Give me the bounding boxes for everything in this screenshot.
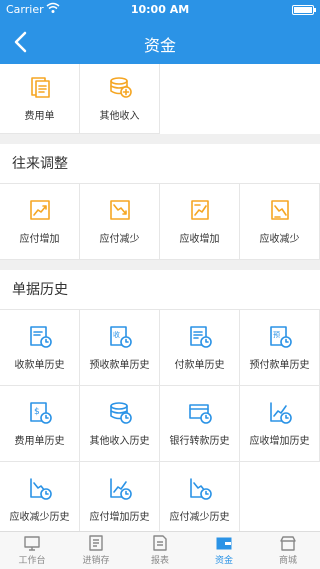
section-grid: 收款单历史收预收款单历史 付款单历史预预付款单历史 $ 费用单历史 其他收入历史 银行转款… <box>0 310 320 531</box>
up-chart-clock-icon <box>268 400 292 424</box>
tab-item[interactable]: 商城 <box>256 532 320 569</box>
svg-text:预: 预 <box>273 330 280 339</box>
section-title: 单据历史 <box>0 270 320 310</box>
grid-item-label: 应收增加历史 <box>249 436 310 447</box>
trend-down-icon <box>108 198 132 222</box>
grid-item-label: 费用单 <box>24 111 55 122</box>
grid-item[interactable]: 费用单 <box>0 64 80 134</box>
grid-item[interactable]: 付款单历史 <box>160 310 240 386</box>
grid-item[interactable]: 应收减少历史 <box>0 462 80 531</box>
receipt-clock-icon <box>28 324 52 348</box>
tab-item[interactable]: 工作台 <box>0 532 64 569</box>
prereceipt-clock-icon: 收 <box>108 324 132 348</box>
status-time: 10:00 AM <box>130 3 190 16</box>
tab-label: 进销存 <box>82 556 110 566</box>
svg-text:$: $ <box>34 407 40 417</box>
coins-plus-icon <box>108 75 132 99</box>
grid-item-label: 应付减少历史 <box>169 512 230 523</box>
tab-item[interactable]: 资金 <box>192 532 256 569</box>
store-icon <box>279 535 297 551</box>
grid-item-label: 应收增加 <box>179 234 220 245</box>
expense-clock-icon: $ <box>28 400 52 424</box>
report-icon <box>151 535 169 551</box>
section-gap <box>0 260 320 270</box>
grid-item-label: 应付增加历史 <box>89 512 150 523</box>
nav-bar: 资金 <box>0 20 320 64</box>
tab-item[interactable]: 报表 <box>128 532 192 569</box>
grid-item-label: 付款单历史 <box>174 360 225 371</box>
grid-item-label: 其他收入 <box>99 111 140 122</box>
ledger-icon <box>87 535 105 551</box>
page-title: 资金 <box>143 36 176 55</box>
payment-clock-icon <box>188 324 212 348</box>
grid-item[interactable]: 收款单历史 <box>0 310 80 386</box>
grid-item[interactable]: 应收增加历史 <box>240 386 320 462</box>
grid-item[interactable]: 应收增加 <box>160 184 240 260</box>
tab-label: 报表 <box>150 556 169 566</box>
battery-icon <box>292 5 316 15</box>
content-area: 费用单 其他收入 往来调整 应付增加 应付减少 应收增加 应收减少 单据历史 收款单历史收预收… <box>0 64 320 531</box>
grid-item-label: 费用单历史 <box>14 436 65 447</box>
grid-item[interactable]: 应付增加历史 <box>80 462 160 531</box>
tab-label: 商城 <box>278 556 297 566</box>
prepayment-clock-icon: 预 <box>268 324 292 348</box>
grid-item-label: 应付增加 <box>19 234 60 245</box>
down-chart-clock-icon <box>188 476 212 500</box>
grid-item-label: 应付减少 <box>99 234 140 245</box>
grid-item[interactable]: 其他收入历史 <box>80 386 160 462</box>
card-clock-icon <box>188 400 212 424</box>
grid-item-label: 应收减少历史 <box>9 512 70 523</box>
monitor-icon <box>23 535 41 551</box>
grid-item-label: 预付款单历史 <box>249 360 310 371</box>
tab-label: 资金 <box>214 556 233 566</box>
status-bar: Carrier 10:00 AM <box>0 0 320 20</box>
section-grid: 应付增加 应付减少 应收增加 应收减少 <box>0 184 320 260</box>
section-gap <box>0 134 320 144</box>
grid-item[interactable]: 收预收款单历史 <box>80 310 160 386</box>
section-title: 往来调整 <box>0 144 320 184</box>
doc-trend-down-icon <box>268 198 292 222</box>
svg-text:收: 收 <box>113 330 120 339</box>
grid-item[interactable]: 预预付款单历史 <box>240 310 320 386</box>
grid-item[interactable]: 应收减少 <box>240 184 320 260</box>
up-chart-clock-icon <box>108 476 132 500</box>
tab-item[interactable]: 进销存 <box>64 532 128 569</box>
grid-item-label: 应收减少 <box>259 234 300 245</box>
tab-bar: 工作台 进销存 报表 资金 商城 <box>0 531 320 569</box>
document-icon <box>28 75 52 99</box>
grid-item-label: 收款单历史 <box>14 360 65 371</box>
trend-up-icon <box>28 198 52 222</box>
down-chart-clock-icon <box>28 476 52 500</box>
grid-item[interactable]: 其他收入 <box>80 64 160 134</box>
grid-item[interactable]: $ 费用单历史 <box>0 386 80 462</box>
doc-trend-up-icon <box>188 198 212 222</box>
tab-label: 工作台 <box>18 556 46 566</box>
wallet-icon <box>215 535 233 551</box>
coins-clock-icon <box>108 400 132 424</box>
grid-item[interactable]: 银行转款历史 <box>160 386 240 462</box>
grid-item-label: 其他收入历史 <box>89 436 150 447</box>
grid-item[interactable]: 应付减少历史 <box>160 462 240 531</box>
sections: 往来调整 应付增加 应付减少 应收增加 应收减少 单据历史 收款单历史收预收款单历史 付款单历… <box>0 144 320 531</box>
top-grid: 费用单 其他收入 <box>0 64 320 134</box>
grid-item-label: 银行转款历史 <box>169 436 230 447</box>
grid-item-label: 预收款单历史 <box>89 360 150 371</box>
grid-item[interactable]: 应付增加 <box>0 184 80 260</box>
grid-item[interactable]: 应付减少 <box>80 184 160 260</box>
